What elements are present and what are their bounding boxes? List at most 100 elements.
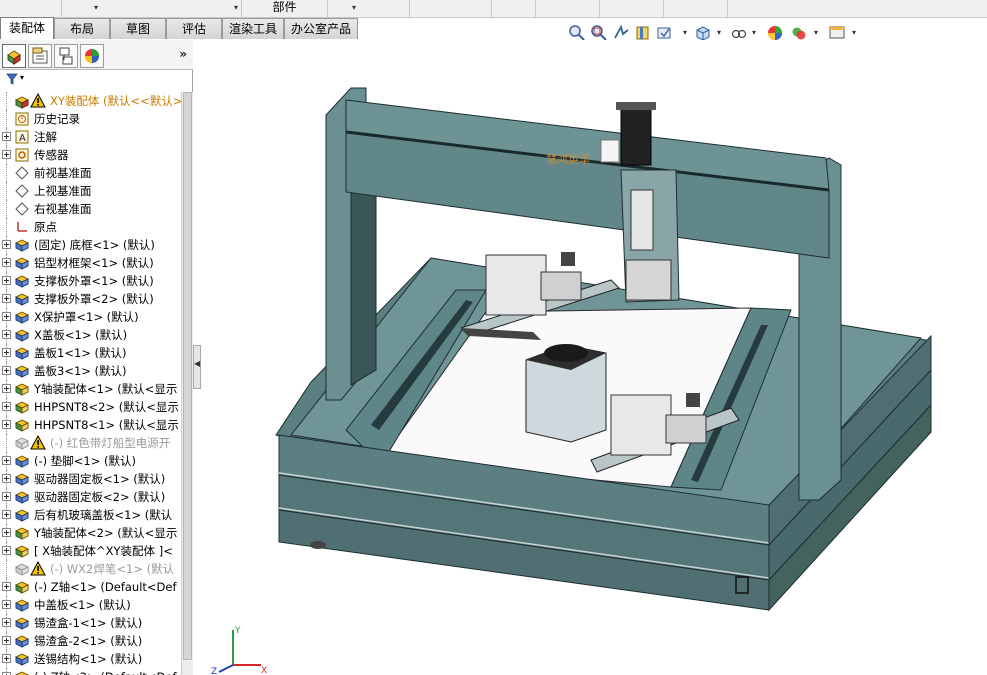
toolbar-segment[interactable] <box>410 0 492 17</box>
tree-item-label: X保护罩<1> (默认) <box>34 310 139 324</box>
tree-item[interactable]: 支撑板外罩<2> (默认) <box>0 290 181 308</box>
panel-expand-icon[interactable]: » <box>179 47 187 61</box>
tree-item[interactable]: Y轴装配体<1> (默认<显示 <box>0 380 181 398</box>
command-manager-tabs: 装配体 布局 草图 评估 渲染工具 办公室产品 <box>0 17 360 39</box>
tree-item[interactable]: 前视基准面 <box>0 164 181 182</box>
tree-item[interactable]: 中盖板<1> (默认) <box>0 596 181 614</box>
configuration-manager-tab[interactable] <box>54 44 78 68</box>
expand-toggle-icon[interactable] <box>2 366 11 375</box>
tab-evaluate[interactable]: 评估 <box>166 18 222 39</box>
dropdown-caret-icon[interactable]: ▾ <box>234 3 238 12</box>
expand-toggle-icon[interactable] <box>2 420 11 429</box>
tree-item[interactable]: X保护罩<1> (默认) <box>0 308 181 326</box>
tree-item[interactable]: (-) Z轴<2> (Default<Def <box>0 668 181 675</box>
xy-gantry-model[interactable]: 慧鸿英华 Y X Z <box>201 40 987 675</box>
feature-manager-tab[interactable] <box>2 44 26 68</box>
plane-icon <box>14 165 30 181</box>
tree-connector <box>6 218 7 236</box>
tree-scrollbar[interactable] <box>181 92 193 675</box>
tree-item[interactable]: HHPSNT8<1> (默认<显示 <box>0 416 181 434</box>
tab-sketch[interactable]: 草图 <box>110 18 166 39</box>
tab-assembly[interactable]: 装配体 <box>0 17 54 39</box>
tree-item[interactable]: 右视基准面 <box>0 200 181 218</box>
expand-toggle-icon[interactable] <box>2 654 11 663</box>
dropdown-caret-icon[interactable]: ▾ <box>852 28 856 37</box>
expand-toggle-icon[interactable] <box>2 150 11 159</box>
tree-item[interactable]: (-) WX2焊笔<1> (默认 <box>0 560 181 578</box>
tree-item[interactable]: HHPSNT8<2> (默认<显示 <box>0 398 181 416</box>
dropdown-caret-icon[interactable]: ▾ <box>814 28 818 37</box>
tree-item[interactable]: 盖板3<1> (默认) <box>0 362 181 380</box>
toolbar-segment[interactable] <box>664 0 728 17</box>
tab-render-tools[interactable]: 渲染工具 <box>222 18 284 39</box>
filter-icon[interactable] <box>6 73 18 85</box>
toolbar-segment[interactable] <box>492 0 536 17</box>
tree-item[interactable]: A 注解 <box>0 128 181 146</box>
tree-item[interactable]: X盖板<1> (默认) <box>0 326 181 344</box>
expand-toggle-icon[interactable] <box>2 348 11 357</box>
tab-layout[interactable]: 布局 <box>54 18 110 39</box>
warning-icon <box>30 92 46 109</box>
expand-toggle-icon[interactable] <box>2 618 11 627</box>
tree-item[interactable]: 锡渣盒-1<1> (默认) <box>0 614 181 632</box>
tree-item[interactable]: Y轴装配体<2> (默认<显示 <box>0 524 181 542</box>
tree-item[interactable]: 盖板1<1> (默认) <box>0 344 181 362</box>
expand-toggle-icon[interactable] <box>2 510 11 519</box>
expand-toggle-icon[interactable] <box>2 258 11 267</box>
expand-toggle-icon[interactable] <box>2 600 11 609</box>
tree-item[interactable]: 原点 <box>0 218 181 236</box>
dropdown-caret-icon[interactable]: ▾ <box>352 3 356 12</box>
expand-toggle-icon[interactable] <box>2 636 11 645</box>
expand-toggle-icon[interactable] <box>2 330 11 339</box>
tree-item[interactable]: 支撑板外罩<1> (默认) <box>0 272 181 290</box>
tree-item[interactable]: 锡渣盒-2<1> (默认) <box>0 632 181 650</box>
property-manager-tab[interactable] <box>28 44 52 68</box>
expand-toggle-icon[interactable] <box>2 474 11 483</box>
panel-collapse-handle[interactable]: ◀ <box>193 345 201 389</box>
tree-item[interactable]: [ X轴装配体^XY装配体 ]< <box>0 542 181 560</box>
toolbar-segment[interactable]: ▾ <box>328 0 410 17</box>
toolbar-segment[interactable]: ▾ ▾ <box>62 0 242 17</box>
tree-item-label: Y轴装配体<1> (默认<显示 <box>34 382 178 396</box>
scrollbar-thumb[interactable] <box>183 92 192 660</box>
dropdown-caret-icon[interactable]: ▾ <box>20 73 24 82</box>
expand-toggle-icon[interactable] <box>2 546 11 555</box>
tree-item[interactable]: 历史记录 <box>0 110 181 128</box>
expand-toggle-icon[interactable] <box>2 384 11 393</box>
tree-item[interactable]: (固定) 底框<1> (默认) <box>0 236 181 254</box>
tree-item[interactable]: 驱动器固定板<2> (默认) <box>0 488 181 506</box>
expand-toggle-icon[interactable] <box>2 492 11 501</box>
expand-toggle-icon[interactable] <box>2 240 11 249</box>
tree-item[interactable]: 驱动器固定板<1> (默认) <box>0 470 181 488</box>
filter-row: ▾ <box>0 71 193 89</box>
tree-item[interactable]: 后有机玻璃盖板<1> (默认 <box>0 506 181 524</box>
collapse-arrow-icon[interactable]: ◀ <box>194 360 200 368</box>
dropdown-caret-icon[interactable]: ▾ <box>717 28 721 37</box>
toolbar-segment[interactable]: 部件 <box>242 0 328 17</box>
expand-toggle-icon[interactable] <box>2 456 11 465</box>
tree-item[interactable]: 上视基准面 <box>0 182 181 200</box>
expand-toggle-icon[interactable] <box>2 582 11 591</box>
expand-toggle-icon[interactable] <box>2 294 11 303</box>
dropdown-caret-icon[interactable]: ▾ <box>94 3 98 12</box>
tree-item[interactable]: (-) 红色带灯船型电源开 <box>0 434 181 452</box>
display-manager-tab[interactable] <box>80 44 104 68</box>
toolbar-segment[interactable] <box>0 0 62 17</box>
tab-office-products[interactable]: 办公室产品 <box>284 18 358 39</box>
tree-item[interactable]: (-) 垫脚<1> (默认) <box>0 452 181 470</box>
dropdown-caret-icon[interactable]: ▾ <box>683 28 687 37</box>
graphics-viewport[interactable]: 慧鸿英华 Y X Z <box>201 40 987 675</box>
tree-item[interactable]: (-) Z轴<1> (Default<Def <box>0 578 181 596</box>
expand-toggle-icon[interactable] <box>2 276 11 285</box>
expand-toggle-icon[interactable] <box>2 312 11 321</box>
tree-item[interactable]: 送锡结构<1> (默认) <box>0 650 181 668</box>
expand-toggle-icon[interactable] <box>2 528 11 537</box>
toolbar-segment[interactable] <box>600 0 664 17</box>
tree-item[interactable]: 传感器 <box>0 146 181 164</box>
tree-item[interactable]: XY装配体 (默认<<默认>_ <box>0 92 181 110</box>
expand-toggle-icon[interactable] <box>2 402 11 411</box>
tree-item[interactable]: 铝型材框架<1> (默认) <box>0 254 181 272</box>
dropdown-caret-icon[interactable]: ▾ <box>752 28 756 37</box>
toolbar-segment[interactable] <box>536 0 600 17</box>
expand-toggle-icon[interactable] <box>2 132 11 141</box>
